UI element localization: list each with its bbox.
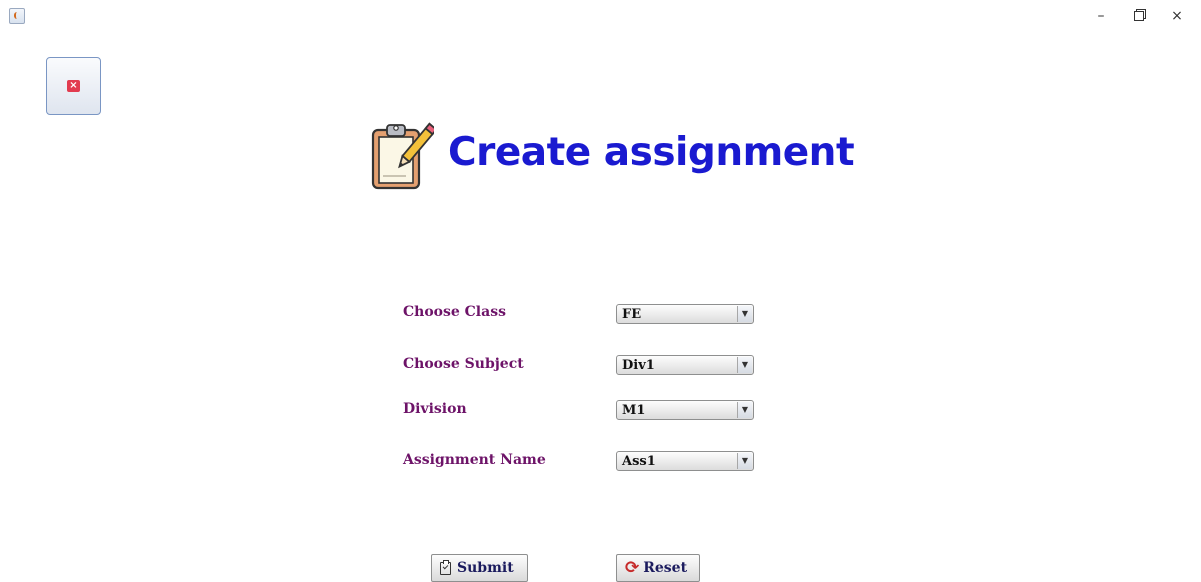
clipboard-pencil-icon (371, 122, 434, 190)
chevron-down-icon: ▼ (737, 357, 752, 373)
chevron-down-icon: ▼ (737, 306, 752, 322)
minimize-button[interactable]: – (1087, 6, 1115, 26)
assignment-name-value: Ass1 (622, 454, 656, 469)
java-app-icon (9, 8, 25, 24)
close-icon: × (1171, 8, 1183, 24)
maximize-icon (1134, 11, 1144, 21)
red-x-icon: × (67, 80, 80, 92)
page-title: Create assignment (448, 130, 855, 175)
choose-class-dropdown[interactable]: FE ▼ (616, 304, 754, 324)
close-form-button[interactable]: × (46, 57, 101, 115)
refresh-icon: ⟳ (625, 557, 640, 578)
division-value: M1 (622, 403, 646, 418)
choose-subject-value: Div1 (622, 358, 655, 373)
choose-class-label: Choose Class (403, 304, 506, 320)
choose-class-value: FE (622, 307, 642, 322)
submit-label: Submit (457, 560, 514, 576)
submit-button[interactable]: Submit (431, 554, 528, 582)
reset-label: Reset (643, 560, 688, 576)
clipboard-check-icon (440, 559, 451, 575)
minimize-icon: – (1097, 8, 1105, 24)
chevron-down-icon: ▼ (737, 453, 752, 469)
division-label: Division (403, 401, 467, 417)
chevron-down-icon: ▼ (737, 402, 752, 418)
choose-subject-dropdown[interactable]: Div1 ▼ (616, 355, 754, 375)
assignment-name-dropdown[interactable]: Ass1 ▼ (616, 451, 754, 471)
window-close-button[interactable]: × (1163, 6, 1191, 26)
assignment-name-label: Assignment Name (403, 452, 546, 468)
choose-subject-label: Choose Subject (403, 356, 524, 372)
reset-button[interactable]: ⟳ Reset (616, 554, 700, 582)
maximize-button[interactable] (1125, 6, 1153, 26)
division-dropdown[interactable]: M1 ▼ (616, 400, 754, 420)
